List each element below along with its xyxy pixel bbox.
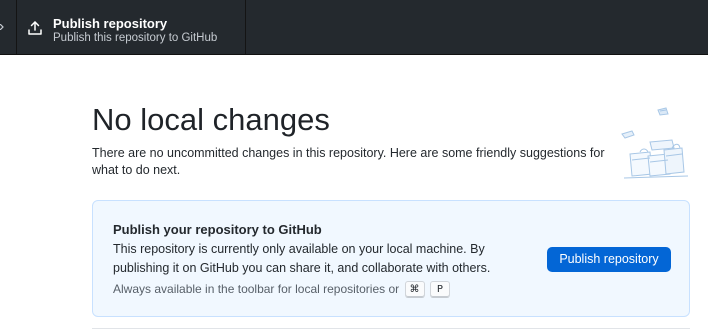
toolbar-previous-section[interactable] (0, 0, 17, 54)
upload-icon (28, 21, 42, 35)
command-key-icon: ⌘ (404, 281, 425, 299)
divider (92, 328, 690, 329)
publish-repository-button[interactable]: Publish repository (547, 247, 671, 272)
card-title: Publish your repository to GitHub (113, 222, 322, 237)
empty-state-illustration (621, 107, 689, 179)
publish-repository-toolbar-button[interactable]: Publish repository Publish this reposito… (17, 0, 246, 54)
toolbar-button-title: Publish repository (53, 16, 168, 31)
toolbar-button-subtitle: Publish this repository to GitHub (53, 32, 218, 44)
chevron-icon (0, 24, 4, 30)
intro-text: There are no uncommitted changes in this… (92, 146, 605, 177)
shortcut-hint-text: Always available in the toolbar for loca… (113, 282, 400, 296)
page-title: No local changes (92, 102, 330, 137)
shortcut-hint: Always available in the toolbar for loca… (113, 280, 450, 299)
publish-suggestion-card: Publish your repository to GitHub This r… (92, 200, 690, 317)
app-toolbar: Publish repository Publish this reposito… (0, 0, 708, 55)
card-description: This repository is currently only availa… (113, 242, 491, 275)
p-key: P (429, 281, 450, 299)
